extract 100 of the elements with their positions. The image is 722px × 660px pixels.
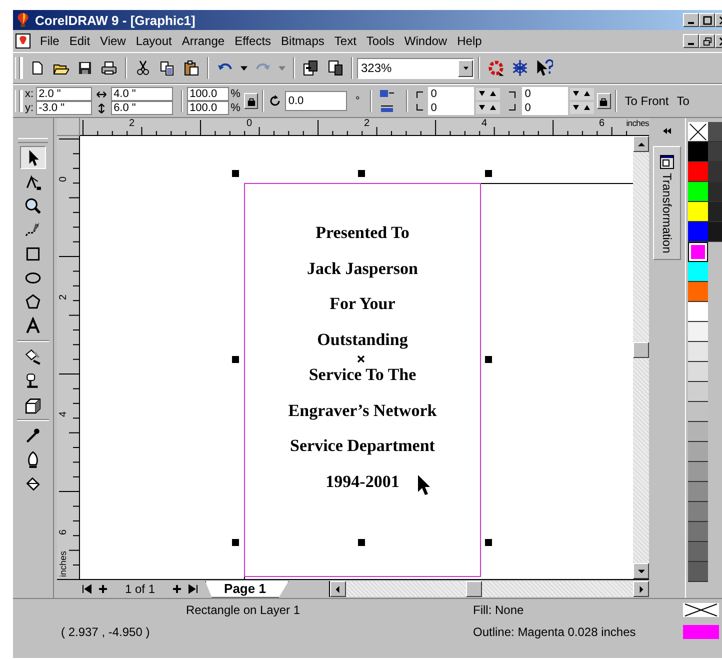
corner-roundness-field[interactable]: 0 [428, 101, 474, 115]
color-swatch[interactable] [688, 422, 708, 442]
to-front-button[interactable]: To Front [620, 94, 673, 108]
y-field[interactable]: -3.0 " [36, 101, 92, 115]
zoom-dropdown[interactable]: 323% [357, 58, 474, 78]
selection-handle[interactable] [232, 539, 239, 546]
height-field[interactable]: 6.0 " [110, 101, 173, 115]
minimize-button[interactable] [683, 34, 699, 48]
scroll-thumb[interactable] [466, 581, 482, 597]
docker-tab[interactable]: Transformation [653, 146, 681, 260]
fill-icon [24, 474, 42, 492]
corner-roundness-field[interactable]: 0 [522, 101, 568, 115]
drawing-canvas[interactable]: Presented To Jack Jasperson For Your Outstanding Service To The Engraver’s Network Service Department 1994-2001 [80, 136, 633, 579]
selection-handle[interactable] [485, 356, 492, 363]
scroll-left-button[interactable] [330, 581, 346, 597]
color-swatch[interactable] [688, 202, 708, 222]
color-swatch[interactable] [688, 222, 708, 242]
spin-button[interactable] [570, 102, 594, 114]
selection-handle[interactable] [358, 539, 365, 546]
no-color-swatch[interactable] [688, 122, 708, 142]
menu-item[interactable]: Window [399, 34, 452, 48]
scroll-down-button[interactable] [633, 563, 649, 579]
color-swatch[interactable] [688, 562, 708, 582]
selection-handle[interactable] [485, 539, 492, 546]
spin-button[interactable] [476, 88, 500, 100]
document-text-line: Service To The [308, 366, 416, 384]
minimize-button[interactable] [683, 13, 699, 27]
corner-roundness-field[interactable]: 0 [428, 87, 474, 101]
color-swatch[interactable] [708, 162, 722, 182]
paste-icon [183, 60, 199, 76]
menu-item[interactable]: View [95, 34, 131, 48]
color-swatch[interactable] [688, 522, 708, 542]
page-tab[interactable]: Page 1 [205, 580, 289, 598]
height-arrows-icon [96, 102, 107, 114]
to-back-button[interactable]: To [672, 94, 694, 108]
selection-handle[interactable] [232, 170, 239, 177]
menu-item[interactable]: Tools [361, 34, 400, 48]
status-coordinates: ( 2.937 , -4.950 ) [60, 625, 151, 639]
color-swatch[interactable] [688, 262, 708, 282]
selection-handle[interactable] [358, 170, 365, 177]
color-swatch[interactable] [688, 302, 708, 322]
selection-handle[interactable] [232, 356, 239, 363]
menu-item[interactable]: Help [452, 34, 487, 48]
document-text-line: Presented To [316, 224, 410, 242]
scroll-right-button[interactable] [633, 581, 649, 597]
percent-label: % [230, 88, 240, 100]
color-swatch[interactable] [688, 282, 708, 302]
spin-arrows-icon [572, 104, 592, 112]
selection-handle[interactable] [485, 170, 492, 177]
color-swatch[interactable] [688, 242, 708, 262]
rectangle-icon [24, 244, 42, 262]
color-swatch[interactable] [688, 382, 708, 402]
toolbox-grip[interactable] [18, 138, 48, 143]
menu-item[interactable]: Edit [64, 34, 96, 48]
color-swatch[interactable] [688, 442, 708, 462]
restore-button[interactable] [699, 34, 715, 48]
color-swatch[interactable] [688, 482, 708, 502]
color-swatch[interactable] [688, 342, 708, 362]
lock-button[interactable] [596, 93, 611, 109]
color-swatch[interactable] [688, 462, 708, 482]
pointer-tool[interactable] [20, 146, 46, 169]
menu-item[interactable]: Text [329, 34, 362, 48]
scale-y-field[interactable]: 100.0 [186, 101, 229, 115]
x-field[interactable]: 2.0 " [36, 87, 92, 101]
lock-button[interactable] [244, 93, 258, 109]
dropdown-arrow-button[interactable] [458, 60, 473, 76]
vertical-scrollbar[interactable] [633, 136, 649, 579]
menu-item[interactable]: Bitmaps [276, 34, 330, 48]
color-swatch[interactable] [708, 222, 722, 242]
toolbar-grip[interactable] [15, 57, 20, 79]
color-swatch[interactable] [688, 542, 708, 562]
color-swatch[interactable] [688, 162, 708, 182]
right-arrow-icon [638, 586, 644, 592]
export-icon [327, 60, 343, 76]
rotation-field[interactable]: 0.0 [285, 91, 348, 111]
text-rectangle[interactable]: Presented To Jack Jasperson For Your Outstanding Service To The Engraver’s Network Service Department 1994-2001 [244, 183, 481, 577]
color-swatch[interactable] [708, 202, 722, 222]
corner-roundness-field[interactable]: 0 [522, 87, 568, 101]
scroll-thumb[interactable] [633, 342, 649, 358]
color-swatch[interactable] [688, 142, 708, 162]
toolbar-grip[interactable] [15, 90, 20, 112]
menu-item[interactable]: File [35, 34, 64, 48]
color-swatch[interactable] [708, 182, 722, 202]
color-swatch[interactable] [708, 122, 722, 142]
menu-item[interactable]: Effects [230, 34, 276, 48]
menu-item[interactable]: Layout [130, 34, 177, 48]
color-swatch[interactable] [688, 322, 708, 342]
scale-x-field[interactable]: 100.0 [186, 87, 229, 101]
scroll-up-button[interactable] [633, 136, 649, 152]
spin-button[interactable] [570, 88, 594, 100]
horizontal-scrollbar[interactable] [328, 581, 649, 597]
document-icon[interactable] [15, 33, 31, 49]
width-field[interactable]: 4.0 " [110, 87, 173, 101]
maximize-button[interactable] [699, 13, 715, 27]
color-swatch[interactable] [688, 362, 708, 382]
color-swatch[interactable] [708, 142, 722, 162]
color-swatch[interactable] [688, 502, 708, 522]
color-swatch[interactable] [688, 182, 708, 202]
menu-item[interactable]: Arrange [176, 34, 230, 48]
spin-button[interactable] [476, 102, 500, 114]
